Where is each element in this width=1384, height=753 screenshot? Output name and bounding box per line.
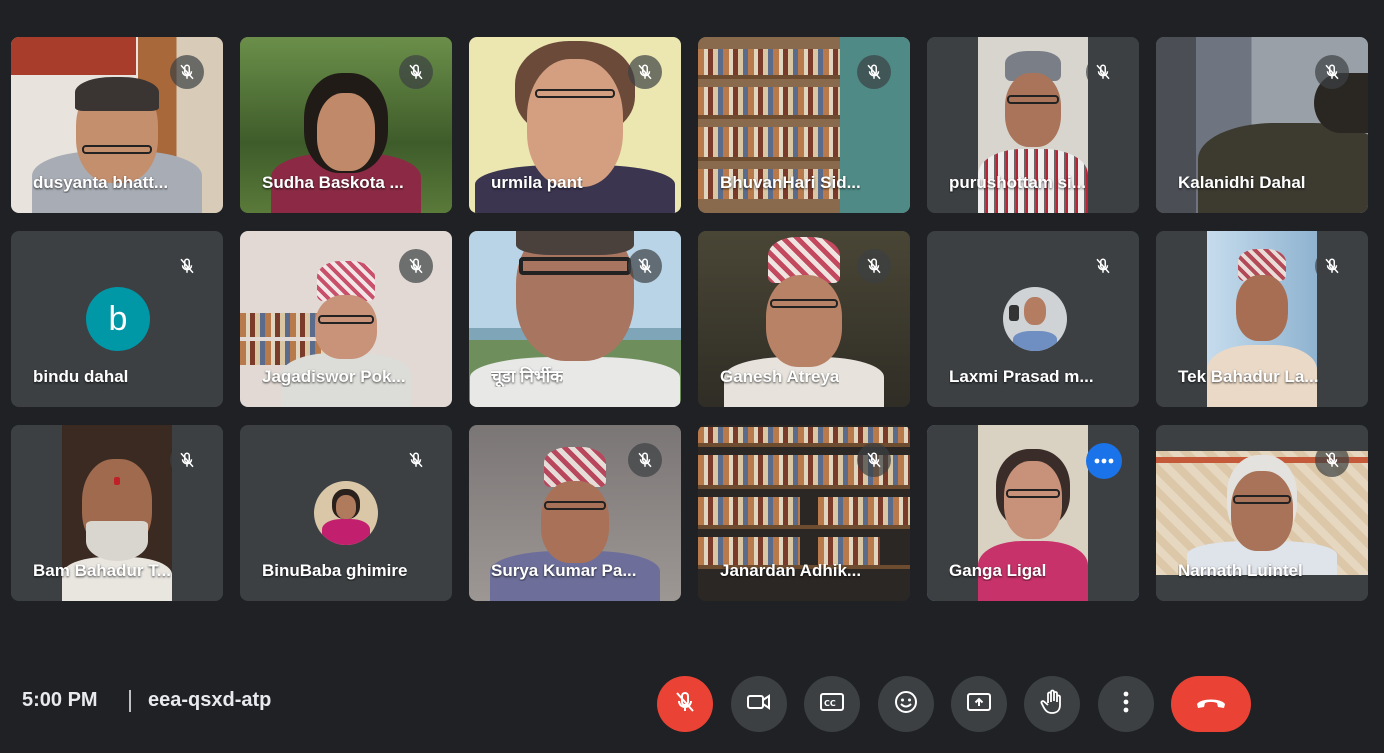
participant-name: Ganga Ligal <box>949 561 1047 580</box>
participant-tile[interactable]: purushottam si... <box>927 37 1139 213</box>
participant-name: Laxmi Prasad m... <box>949 367 1094 386</box>
mic-off-icon <box>857 249 891 283</box>
participant-tile[interactable]: Narnath Luintel <box>1156 425 1368 601</box>
mic-off-icon <box>628 249 662 283</box>
raise-hand-icon <box>1040 689 1064 720</box>
participant-name: purushottam si... <box>949 173 1086 192</box>
mic-off-icon <box>1086 55 1120 89</box>
participant-tile[interactable]: BinuBaba ghimire <box>240 425 452 601</box>
participant-name: Narnath Luintel <box>1178 561 1303 580</box>
avatar: b <box>86 287 150 351</box>
avatar <box>314 481 378 545</box>
captions-icon: CC <box>819 691 845 718</box>
mic-off-icon <box>1315 249 1349 283</box>
participant-tile[interactable]: b bindu dahal <box>11 231 223 407</box>
participant-tile[interactable]: Jagadiswor Pok... <box>240 231 452 407</box>
mic-off-icon <box>857 443 891 477</box>
participant-name: bindu dahal <box>33 367 129 386</box>
reactions-button[interactable] <box>878 676 934 732</box>
camera-icon <box>746 690 772 719</box>
participant-name: BinuBaba ghimire <box>262 561 408 580</box>
participant-tile[interactable]: BhuvanHari Sid... <box>698 37 910 213</box>
participant-tile[interactable]: Kalanidhi Dahal <box>1156 37 1368 213</box>
mic-off-icon <box>170 443 204 477</box>
participant-name: urmila pant <box>491 173 583 192</box>
mic-off-icon <box>1315 443 1349 477</box>
microphone-toggle-button[interactable] <box>657 676 713 732</box>
participant-tile[interactable]: dusyanta bhatt... <box>11 37 223 213</box>
participant-name: Janardan Adhik... <box>720 561 862 580</box>
mic-off-icon <box>857 55 891 89</box>
more-options-icon[interactable] <box>1086 443 1122 479</box>
captions-button[interactable]: CC <box>804 676 860 732</box>
meeting-code[interactable]: eea-qsxd-atp <box>148 689 271 712</box>
participant-tile[interactable]: urmila pant <box>469 37 681 213</box>
mic-off-icon <box>399 55 433 89</box>
mic-off-icon <box>1315 55 1349 89</box>
avatar <box>1003 287 1067 351</box>
meeting-time: 5:00 PM <box>22 689 98 711</box>
end-call-button[interactable] <box>1171 676 1251 732</box>
meeting-toolbar: 5:00 PM eea-qsxd-atp CC <box>0 650 1384 753</box>
participant-name: Bam Bahadur T... <box>33 561 171 580</box>
mic-off-icon <box>673 690 697 719</box>
participant-tile[interactable]: Laxmi Prasad m... <box>927 231 1139 407</box>
raise-hand-button[interactable] <box>1024 676 1080 732</box>
camera-toggle-button[interactable] <box>731 676 787 732</box>
mic-off-icon <box>628 55 662 89</box>
mic-off-icon <box>170 55 204 89</box>
participant-tile[interactable]: Bam Bahadur T... <box>11 425 223 601</box>
mic-off-icon <box>628 443 662 477</box>
emoji-icon <box>893 689 919 720</box>
participant-name: Surya Kumar Pa... <box>491 561 637 580</box>
divider <box>129 690 131 712</box>
svg-text:CC: CC <box>824 699 836 708</box>
participant-name: चूडा निर्भीक <box>491 367 564 386</box>
mic-off-icon <box>1086 249 1120 283</box>
participant-name: BhuvanHari Sid... <box>720 173 861 192</box>
participant-name: Sudha Baskota ... <box>262 173 404 192</box>
participant-tile[interactable]: Surya Kumar Pa... <box>469 425 681 601</box>
participant-tile-active-speaker[interactable]: Ganga Ligal <box>927 425 1139 601</box>
more-options-icon <box>1123 691 1129 718</box>
present-screen-icon <box>966 690 992 719</box>
mic-off-icon <box>170 249 204 283</box>
mic-off-icon <box>399 443 433 477</box>
participant-tile[interactable]: Janardan Adhik... <box>698 425 910 601</box>
participant-name: dusyanta bhatt... <box>33 173 169 192</box>
participant-tile[interactable]: Ganesh Atreya <box>698 231 910 407</box>
present-screen-button[interactable] <box>951 676 1007 732</box>
more-options-button[interactable] <box>1098 676 1154 732</box>
participant-tile[interactable]: Sudha Baskota ... <box>240 37 452 213</box>
end-call-icon <box>1194 694 1228 715</box>
participant-grid: dusyanta bhatt... Sudha Baskota ... urmi… <box>11 37 1368 601</box>
participant-tile[interactable]: चूडा निर्भीक <box>469 231 681 407</box>
mic-off-icon <box>399 249 433 283</box>
participant-name: Tek Bahadur La... <box>1178 367 1319 386</box>
participant-name: Jagadiswor Pok... <box>262 367 406 386</box>
participant-name: Kalanidhi Dahal <box>1178 173 1306 192</box>
participant-name: Ganesh Atreya <box>720 367 840 386</box>
participant-tile[interactable]: Tek Bahadur La... <box>1156 231 1368 407</box>
